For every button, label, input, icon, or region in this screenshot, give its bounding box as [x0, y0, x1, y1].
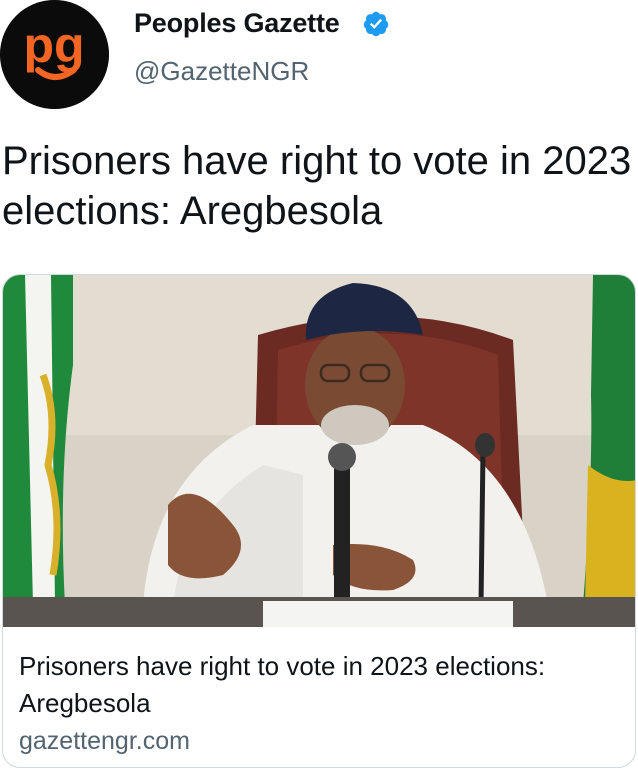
pg-logo-icon: pg	[0, 0, 109, 109]
card-title[interactable]: Prisoners have right to vote in 2023 ele…	[19, 648, 629, 722]
news-photo-speaker-at-microphone	[3, 275, 635, 627]
display-name[interactable]: Peoples Gazette	[134, 8, 340, 39]
verified-badge-icon	[363, 11, 389, 37]
account-handle[interactable]: @GazetteNGR	[134, 56, 309, 87]
tweet-text: Prisoners have right to vote in 2023 ele…	[2, 139, 632, 233]
svg-text:pg: pg	[23, 17, 84, 73]
card-domain[interactable]: gazettengr.com	[19, 727, 190, 756]
avatar[interactable]: pg	[0, 0, 109, 109]
link-preview-card[interactable]: Prisoners have right to vote in 2023 ele…	[2, 274, 636, 768]
